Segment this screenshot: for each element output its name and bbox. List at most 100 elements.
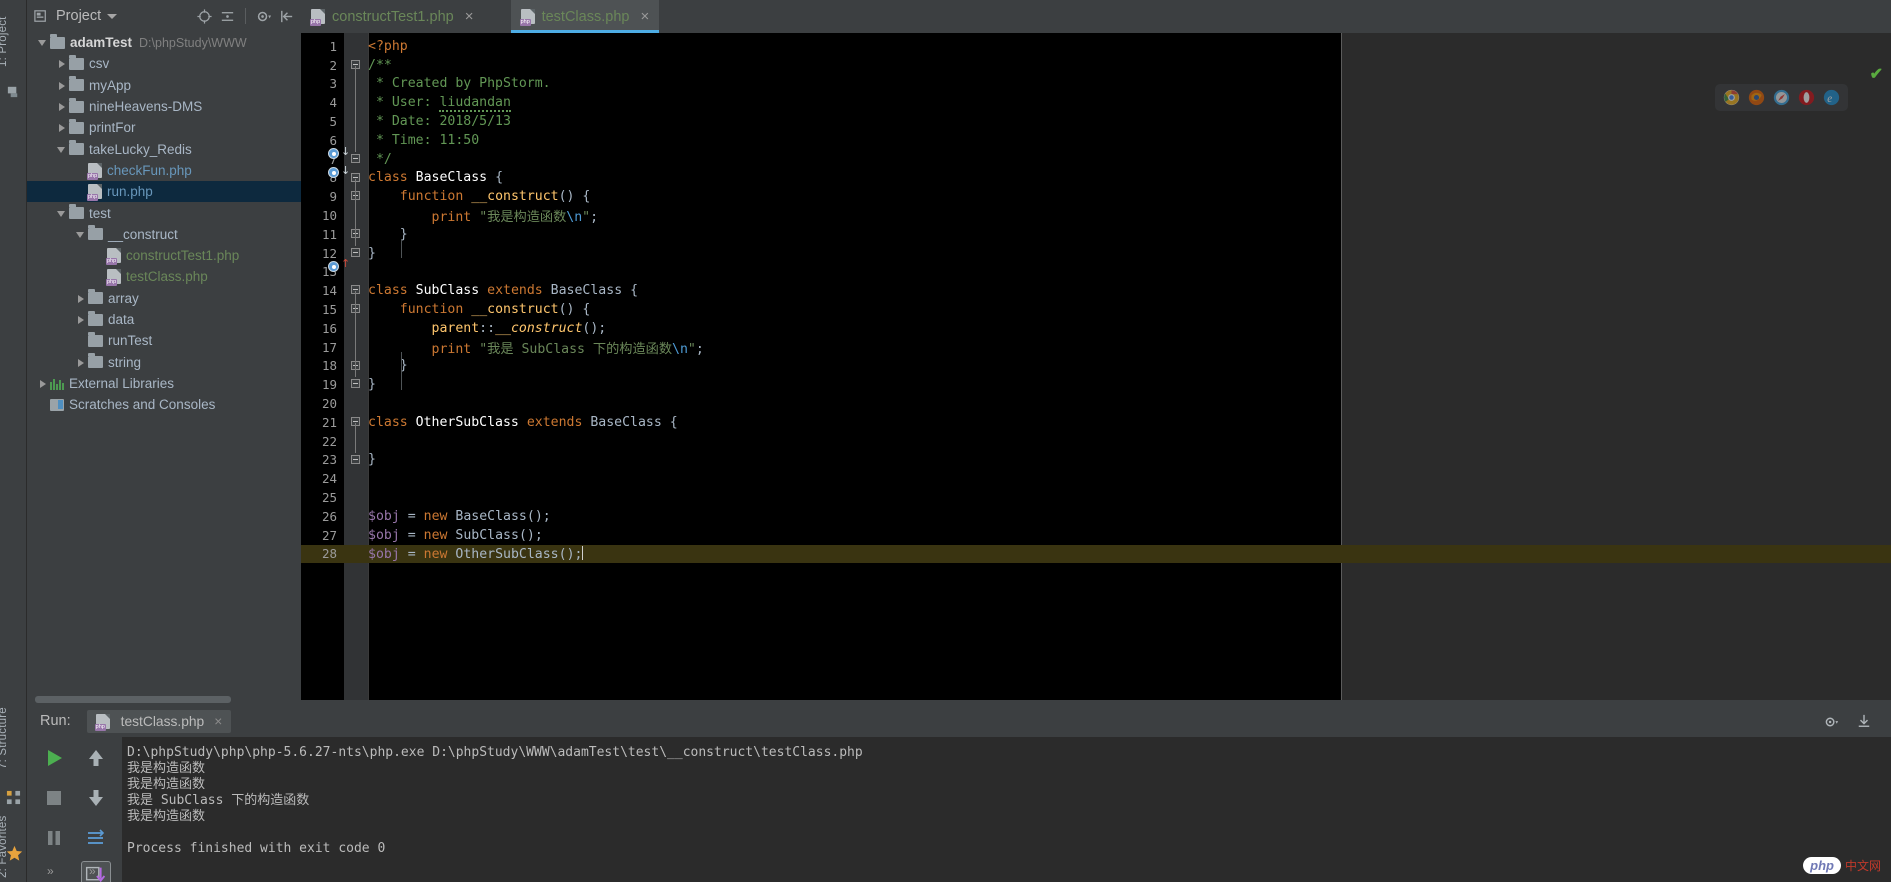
settings-gear-icon[interactable] [255,8,272,25]
code-text: * Date: 2018/5/13 [368,114,511,130]
rail-button-favorites[interactable]: 2: Favorites [0,792,24,882]
tree-horizontal-scrollbar[interactable] [35,696,231,703]
line-number: 5 [329,114,337,130]
tree-arrow-down-icon[interactable] [37,37,48,48]
tree-item-label: checkFun.php [107,162,192,178]
scroll-to-end-button[interactable] [81,861,111,882]
tree-item-run-php[interactable]: run.php [27,181,301,203]
line-number: 21 [321,414,337,430]
tree-arrow-right-icon[interactable] [75,357,86,368]
project-tree[interactable]: adamTest D:\phpStudy\WWW csv myApp nineHeave… [27,32,301,691]
tree-item-takelucky-redis[interactable]: takeLucky_Redis [27,138,301,159]
run-tab-testclass[interactable]: testClass.php × [86,709,232,733]
tree-item-string[interactable]: string [27,351,301,372]
tree-arrow-right-icon[interactable] [56,80,67,91]
chevron-down-icon[interactable] [107,13,118,19]
tree-item-external-libraries[interactable]: External Libraries [27,373,301,394]
down-button[interactable] [83,785,109,811]
code-text: } [368,377,376,393]
tree-item-test[interactable]: test [27,202,301,223]
editor-tab-label: testClass.php [541,8,630,25]
tree-item-array[interactable]: array [27,288,301,309]
gutter-run-marker-class[interactable] [328,148,339,159]
code-text: * Created by PhpStorm. [368,76,551,92]
tree-item-label: testClass.php [126,269,208,285]
code-fold-toggle[interactable] [351,247,360,257]
run-tab-close-icon[interactable]: × [214,714,222,729]
code-line: 19} [301,375,1891,394]
tree-item-constructtest1-php[interactable]: constructTest1.php [27,245,301,266]
tree-arrow-placeholder [94,271,105,282]
tree-item-csv[interactable]: csv [27,53,301,74]
project-tool-window: Project adamTest D:\phpStudy\WWW csv myA… [27,0,301,705]
editor-tab-constructtest1-php[interactable]: constructTest1.php × [301,0,483,33]
tree-arrow-down-icon[interactable] [75,229,86,240]
code-fold-toggle[interactable] [351,454,360,464]
run-console-output[interactable]: D:\phpStudy\php\php-5.6.27-nts\php.exe D… [122,737,1891,882]
line-number: 9 [329,189,337,205]
fold-connector [355,197,356,227]
stop-button[interactable] [41,785,67,811]
project-structure-icon[interactable] [6,84,21,99]
tree-item-checkfun-php[interactable]: checkFun.php [27,160,301,181]
line-number: 6 [329,132,337,148]
chrome-icon[interactable] [1723,89,1740,106]
up-button[interactable] [83,745,109,771]
tree-arrow-down-icon[interactable] [56,144,67,155]
rail-button-project[interactable]: 1: Project [0,6,24,78]
tree-item-data[interactable]: data [27,309,301,330]
tree-item-adamtest[interactable]: adamTest D:\phpStudy\WWW [27,32,301,53]
tree-arrow-right-icon[interactable] [75,314,86,325]
tree-arrow-right-icon[interactable] [56,122,67,133]
tree-item-runtest[interactable]: runTest [27,330,301,351]
tree-item--construct[interactable]: __construct [27,224,301,245]
tree-item-scratches-and-consoles[interactable]: Scratches and Consoles [27,394,301,415]
tree-item-nineheavens-dms[interactable]: nineHeavens-DMS [27,96,301,117]
run-settings-gear-icon[interactable] [1823,714,1839,730]
browser-preview-bar[interactable]: e [1715,84,1848,111]
tree-arrow-right-icon[interactable] [56,101,67,112]
tree-item-testclass-php[interactable]: testClass.php [27,266,301,287]
code-editor[interactable]: 1 <?php 2/** 3 * Created by PhpStorm. 4 * Us… [301,33,1891,700]
folder-icon [88,353,103,369]
tab-close-icon[interactable]: × [640,8,649,25]
star-icon[interactable] [6,845,23,862]
code-text: $obj = new SubClass(); [368,527,543,543]
tree-arrow-right-icon[interactable] [75,293,86,304]
opera-icon[interactable] [1798,89,1815,106]
code-line: 3 * Created by PhpStorm. [301,75,1891,94]
soft-wrap-button[interactable] [83,825,109,851]
editor-tab-testclass-php[interactable]: testClass.php × [510,0,660,33]
rail-button-structure[interactable]: 7: Structure [0,690,24,786]
hide-panel-icon[interactable] [278,8,295,25]
external-libraries-icon [50,377,64,390]
code-line: 22 [301,432,1891,451]
code-fold-toggle[interactable] [351,379,360,389]
edge-icon[interactable]: e [1823,89,1840,106]
tab-close-icon[interactable]: × [465,8,474,25]
safari-icon[interactable] [1773,89,1790,106]
folder-icon [69,118,84,134]
gutter-override-marker[interactable] [328,261,339,272]
more-actions-left-icon[interactable]: » [47,864,54,878]
run-panel-header: Run: testClass.php × [27,705,1891,737]
tree-arrow-right-icon[interactable] [56,58,67,69]
project-panel-header: Project [27,0,301,32]
inspection-status-icon[interactable]: ✔ [1870,64,1883,84]
locate-icon[interactable] [196,8,213,25]
hide-run-panel-icon[interactable] [1857,714,1871,728]
more-actions-right-icon[interactable]: » [89,864,96,878]
pause-button[interactable] [41,825,67,851]
tree-item-printfor[interactable]: printFor [27,117,301,138]
tree-arrow-down-icon[interactable] [56,208,67,219]
tree-arrow-right-icon[interactable] [37,378,48,389]
collapse-all-icon[interactable] [219,8,236,25]
code-line: 26 $obj = new BaseClass(); [301,507,1891,526]
firefox-icon[interactable] [1748,89,1765,106]
code-fold-toggle[interactable] [351,153,360,163]
code-text: */ [368,151,392,167]
gutter-run-marker-construct[interactable] [328,167,339,178]
tree-item-myapp[interactable]: myApp [27,75,301,96]
run-button[interactable] [41,745,67,771]
